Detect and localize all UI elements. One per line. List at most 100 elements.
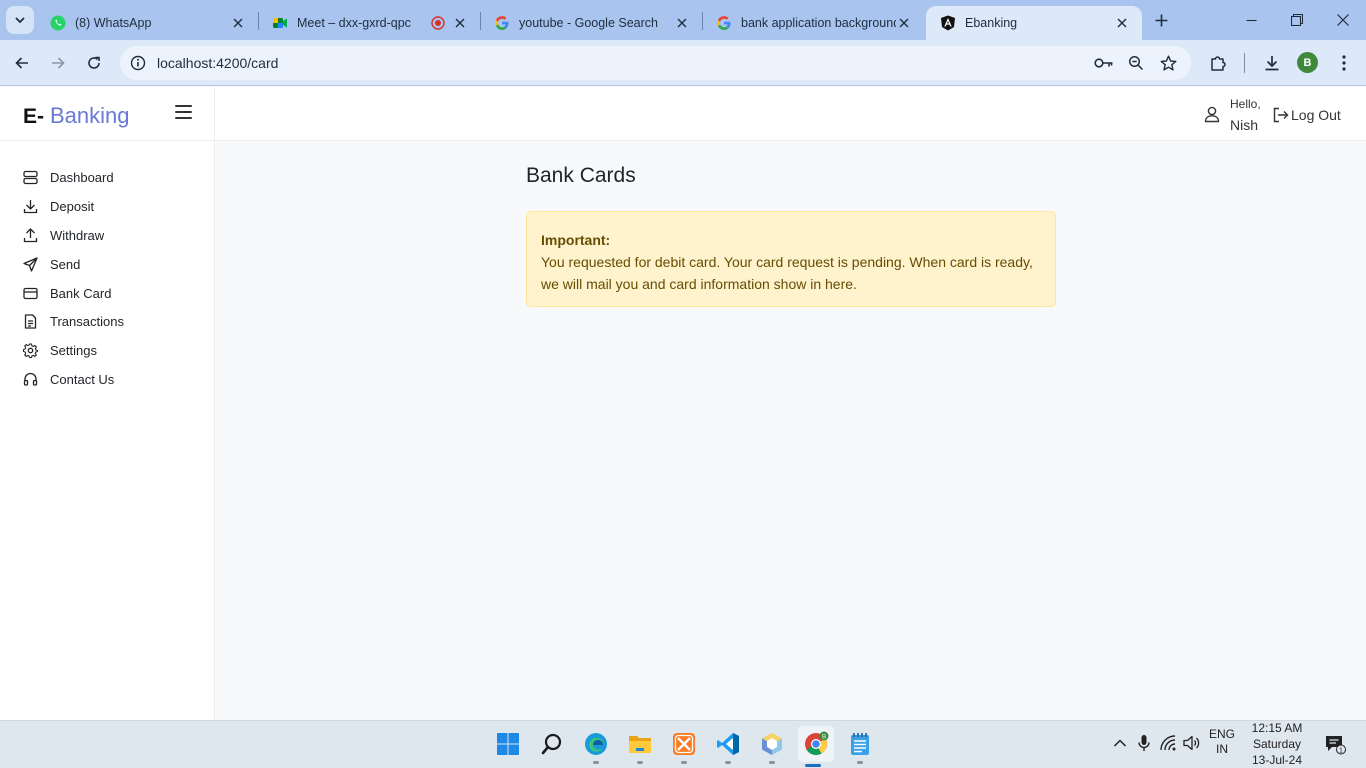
wifi-icon[interactable] [1159, 733, 1179, 753]
tab-bank-background-search[interactable]: bank application background [702, 6, 924, 40]
sidebar-item-settings[interactable]: Settings [22, 339, 97, 361]
taskbar-edge[interactable] [581, 729, 611, 764]
close-window-button[interactable] [1320, 0, 1366, 40]
arrow-left-icon [15, 57, 28, 69]
close-icon[interactable] [674, 15, 690, 31]
password-key-icon[interactable] [1094, 53, 1114, 73]
taskbar-file-explorer[interactable] [625, 729, 655, 764]
svg-text:B: B [822, 734, 826, 740]
sidebar-item-label: Contact Us [50, 371, 115, 387]
tab-search-button[interactable] [6, 6, 34, 34]
google-icon [494, 15, 510, 31]
alert-heading: Important: [541, 232, 611, 248]
minimize-icon [1246, 19, 1256, 21]
language-indicator[interactable]: ENG IN [1209, 727, 1235, 757]
tray-overflow-chevron-icon[interactable] [1110, 733, 1130, 753]
extensions-puzzle-icon[interactable] [1206, 51, 1230, 75]
reload-button[interactable] [80, 49, 108, 77]
sidebar-item-label: Bank Card [50, 285, 112, 301]
close-icon[interactable] [452, 15, 468, 31]
sidebar-item-label: Send [50, 256, 81, 272]
reload-icon [88, 56, 100, 69]
document-icon [22, 313, 38, 329]
tab-title: youtube - Google Search [519, 16, 658, 30]
close-icon[interactable] [1114, 15, 1130, 31]
taskbar-search-button[interactable] [537, 729, 567, 759]
tab-meet[interactable]: Meet – dxx-gxrd-qpc [258, 6, 480, 40]
downloads-icon[interactable] [1260, 51, 1284, 75]
alert-message: You requested for debit card. Your card … [541, 254, 1033, 292]
upload-icon [22, 227, 38, 243]
plus-icon [1155, 14, 1167, 26]
notepad-icon [851, 733, 869, 755]
recording-icon [430, 15, 446, 31]
clock-day: Saturday [1252, 737, 1302, 751]
card-pending-alert: Important: You requested for debit card.… [526, 211, 1056, 307]
chrome-menu-icon[interactable] [1332, 51, 1356, 75]
tab-ebanking[interactable]: Ebanking [926, 6, 1142, 40]
sidebar-item-withdraw[interactable]: Withdraw [22, 224, 104, 246]
google-icon [716, 15, 732, 31]
brand-name: Banking [50, 103, 130, 128]
taskbar-xampp[interactable] [669, 729, 699, 764]
close-icon [1337, 14, 1349, 26]
minimize-button[interactable] [1228, 0, 1274, 40]
dashboard-icon [22, 169, 38, 185]
taskbar-chrome[interactable]: B [798, 726, 834, 767]
speaker-icon[interactable] [1182, 733, 1202, 753]
microphone-icon[interactable] [1134, 733, 1154, 753]
angular-icon [940, 15, 956, 31]
close-icon[interactable] [230, 15, 246, 31]
sidebar-item-transactions[interactable]: Transactions [22, 310, 124, 332]
sidebar-item-label: Dashboard [50, 169, 114, 185]
tab-title: bank application background [741, 16, 896, 30]
sidebar-item-bank-card[interactable]: Bank Card [22, 282, 111, 304]
close-icon[interactable] [896, 15, 912, 31]
headset-icon [22, 371, 38, 387]
whatsapp-icon [50, 15, 66, 31]
folder-icon [629, 736, 651, 753]
profile-avatar[interactable]: B [1297, 52, 1318, 73]
google-meet-icon [272, 15, 288, 31]
brand-logo[interactable]: E- Banking [23, 103, 130, 129]
sidebar-divider [214, 87, 215, 720]
edge-icon [585, 733, 607, 755]
site-info-icon[interactable] [128, 53, 148, 73]
tab-title: Ebanking [965, 16, 1018, 30]
sidebar: Dashboard Deposit Withdraw Send Bank Car… [0, 141, 214, 720]
taskbar-webstorm[interactable] [757, 729, 787, 764]
taskbar-vscode[interactable] [713, 729, 743, 764]
tab-whatsapp[interactable]: (8) WhatsApp [36, 6, 258, 40]
taskbar-notepad[interactable] [845, 729, 875, 764]
clock-time: 12:15 AM [1251, 721, 1303, 735]
credit-card-icon [22, 285, 38, 301]
bookmark-star-icon[interactable] [1158, 53, 1178, 73]
notification-count: 1 [1339, 745, 1343, 754]
forward-button[interactable] [44, 49, 72, 77]
download-icon [22, 198, 38, 214]
xampp-icon [673, 733, 695, 755]
clock-date: 13-Jul-24 [1251, 753, 1303, 767]
address-bar[interactable]: localhost:4200/card [120, 46, 1191, 80]
notification-center-icon[interactable]: 1 [1324, 733, 1346, 755]
tab-youtube-search[interactable]: youtube - Google Search [480, 6, 702, 40]
page-title: Bank Cards [526, 164, 636, 187]
sidebar-item-contact-us[interactable]: Contact Us [22, 368, 114, 390]
menu-toggle-icon[interactable] [175, 105, 192, 121]
start-button[interactable] [493, 729, 523, 759]
restore-button[interactable] [1274, 0, 1320, 40]
url-text[interactable]: localhost:4200/card [157, 55, 278, 71]
sidebar-item-deposit[interactable]: Deposit [22, 195, 94, 217]
system-clock[interactable]: 12:15 AM Saturday 13-Jul-24 [1248, 720, 1306, 768]
chrome-icon: B [805, 731, 829, 755]
chevron-down-icon [15, 17, 25, 24]
windows-start-icon [497, 733, 519, 755]
tab-title: Meet – dxx-gxrd-qpc [297, 16, 411, 30]
sidebar-item-send[interactable]: Send [22, 253, 80, 275]
greeting-text: Hello, [1230, 97, 1261, 111]
zoom-icon[interactable] [1126, 53, 1146, 73]
sidebar-item-dashboard[interactable]: Dashboard [22, 166, 114, 188]
back-button[interactable] [8, 49, 36, 77]
logout-button[interactable]: Log Out [1272, 106, 1341, 124]
new-tab-button[interactable] [1150, 9, 1172, 31]
